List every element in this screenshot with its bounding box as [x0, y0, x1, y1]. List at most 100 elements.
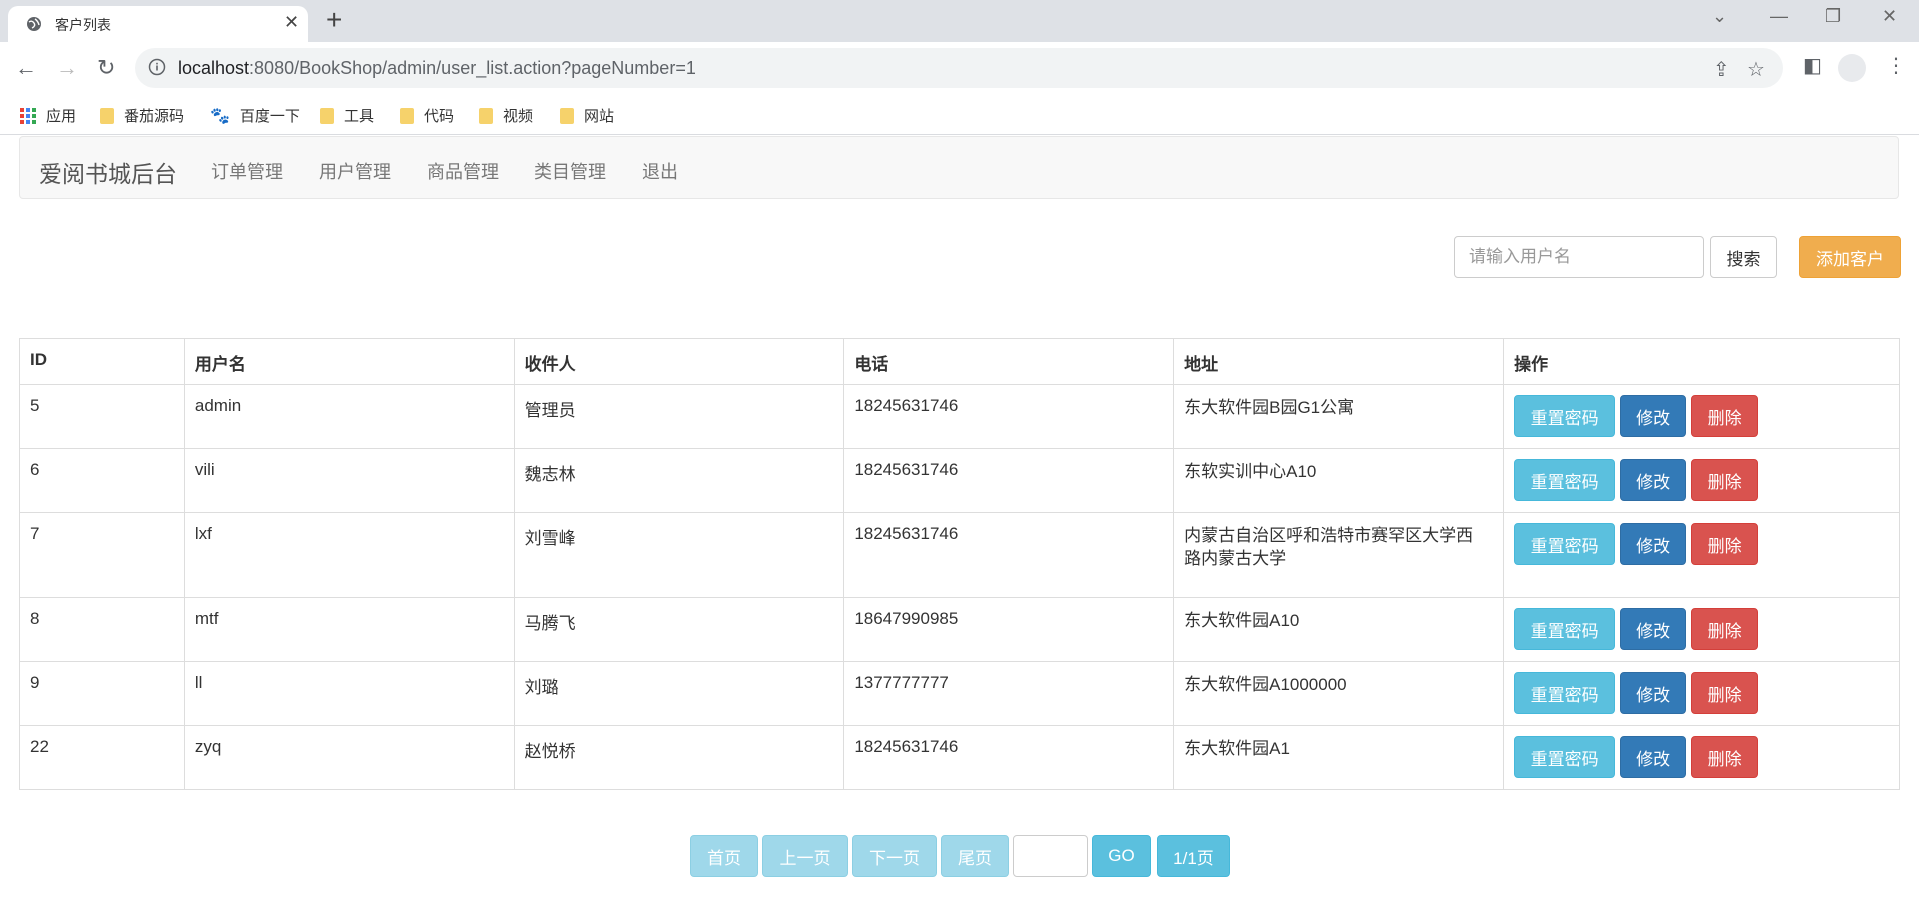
- reset-password-button[interactable]: 重置密码: [1514, 608, 1616, 650]
- page-info-button[interactable]: 1/1页: [1157, 835, 1230, 877]
- table-row: 6 vili 魏志林 18245631746 东软实训中心A10 重置密码 修改…: [19, 448, 1900, 513]
- prev-page-button[interactable]: 上一页: [762, 835, 848, 877]
- table-row: 22 zyq 赵悦桥 18245631746 东大软件园A1 重置密码 修改 删…: [19, 725, 1900, 790]
- next-page-button[interactable]: 下一页: [852, 835, 937, 877]
- minimize-icon[interactable]: —: [1770, 6, 1788, 27]
- nav-product-management[interactable]: 商品管理: [427, 158, 499, 184]
- edit-button[interactable]: 修改: [1620, 736, 1687, 778]
- cell-address: 内蒙古自治区呼和浩特市赛罕区大学西路内蒙古大学: [1173, 512, 1505, 598]
- tab-close-icon[interactable]: ✕: [284, 12, 299, 33]
- delete-button[interactable]: 删除: [1691, 459, 1759, 501]
- nav-user-management[interactable]: 用户管理: [319, 158, 391, 184]
- folder-icon: [320, 107, 334, 124]
- delete-button[interactable]: 删除: [1691, 736, 1759, 778]
- reset-password-button[interactable]: 重置密码: [1514, 736, 1616, 778]
- cell-phone: 18647990985: [843, 597, 1175, 662]
- go-button[interactable]: GO: [1092, 835, 1151, 877]
- cell-actions: 重置密码 修改 删除: [1503, 448, 1900, 513]
- brand-title[interactable]: 爱阅书城后台: [39, 155, 177, 189]
- share-icon[interactable]: ⇪: [1713, 57, 1730, 82]
- edit-button[interactable]: 修改: [1620, 459, 1687, 501]
- first-page-button[interactable]: 首页: [690, 835, 758, 877]
- add-customer-button[interactable]: 添加客户: [1799, 236, 1901, 278]
- bookmark-folder[interactable]: 视频: [479, 105, 533, 126]
- cell-username: vili: [183, 448, 515, 513]
- edit-button[interactable]: 修改: [1620, 523, 1687, 565]
- site-info-icon[interactable]: [148, 58, 166, 76]
- column-header-recipient: 收件人: [513, 338, 845, 385]
- cell-phone: 18245631746: [843, 384, 1175, 449]
- bookmark-folder[interactable]: 代码: [400, 105, 454, 126]
- cell-actions: 重置密码 修改 删除: [1503, 512, 1900, 598]
- table-row: 8 mtf 马腾飞 18647990985 东大软件园A10 重置密码 修改 删…: [19, 597, 1900, 662]
- folder-icon: [400, 107, 414, 124]
- cell-id: 5: [19, 384, 185, 449]
- bookmarks-bar: 应用 番茄源码 🐾 百度一下 工具 代码 视频 网站: [0, 96, 1919, 135]
- cell-address: 东大软件园B园G1公寓: [1173, 384, 1505, 449]
- page-number-input[interactable]: [1013, 835, 1088, 877]
- cell-phone: 18245631746: [843, 448, 1175, 513]
- browser-tab[interactable]: 客户列表 ✕: [8, 6, 308, 42]
- globe-icon: [27, 17, 41, 31]
- edit-button[interactable]: 修改: [1620, 672, 1687, 714]
- url-text: localhost:8080/BookShop/admin/user_list.…: [178, 58, 696, 78]
- reset-password-button[interactable]: 重置密码: [1514, 523, 1616, 565]
- cell-phone: 18245631746: [843, 512, 1175, 598]
- cell-username: zyq: [183, 725, 515, 790]
- column-header-username: 用户名: [183, 338, 515, 385]
- column-header-phone: 电话: [843, 338, 1175, 385]
- delete-button[interactable]: 删除: [1691, 672, 1759, 714]
- last-page-button[interactable]: 尾页: [941, 835, 1009, 877]
- address-bar[interactable]: localhost:8080/BookShop/admin/user_list.…: [135, 48, 1783, 88]
- delete-button[interactable]: 删除: [1691, 395, 1759, 437]
- folder-icon: [479, 107, 493, 124]
- bookmark-folder[interactable]: 网站: [560, 105, 614, 126]
- forward-arrow-icon[interactable]: →: [56, 55, 78, 81]
- reset-password-button[interactable]: 重置密码: [1514, 395, 1616, 437]
- cell-id: 6: [19, 448, 185, 513]
- delete-button[interactable]: 删除: [1691, 523, 1759, 565]
- restore-icon[interactable]: ❐: [1825, 6, 1841, 27]
- baidu-paw-icon: 🐾: [210, 107, 230, 125]
- cell-actions: 重置密码 修改 删除: [1503, 384, 1900, 449]
- folder-icon: [560, 107, 574, 124]
- bookmark-folder[interactable]: 番茄源码: [100, 105, 184, 126]
- admin-navbar: 爱阅书城后台 订单管理 用户管理 商品管理 类目管理 退出: [19, 136, 1899, 199]
- table-row: 9 ll 刘璐 1377777777 东大软件园A1000000 重置密码 修改…: [19, 661, 1900, 726]
- bookmark-folder[interactable]: 工具: [320, 105, 374, 126]
- side-panel-icon[interactable]: ◧: [1803, 53, 1822, 78]
- cell-recipient: 魏志林: [513, 448, 845, 513]
- cell-username: admin: [183, 384, 515, 449]
- new-tab-plus-icon[interactable]: +: [326, 4, 342, 36]
- cell-id: 22: [19, 725, 185, 790]
- bookmark-apps[interactable]: 应用: [20, 105, 76, 126]
- bookmark-star-icon[interactable]: ☆: [1747, 57, 1765, 82]
- apps-grid-icon: [20, 107, 36, 124]
- search-button[interactable]: 搜索: [1710, 236, 1777, 278]
- profile-avatar-icon[interactable]: [1838, 54, 1866, 82]
- bookmark-baidu[interactable]: 🐾 百度一下: [210, 105, 300, 126]
- edit-button[interactable]: 修改: [1620, 395, 1687, 437]
- delete-button[interactable]: 删除: [1691, 608, 1759, 650]
- menu-kebab-icon[interactable]: ⋮: [1886, 53, 1906, 78]
- cell-recipient: 管理员: [513, 384, 845, 449]
- column-header-address: 地址: [1173, 338, 1505, 385]
- tab-search-chevron-icon[interactable]: ⌄: [1712, 6, 1727, 27]
- window-close-icon[interactable]: ✕: [1882, 6, 1897, 27]
- cell-recipient: 马腾飞: [513, 597, 845, 662]
- reset-password-button[interactable]: 重置密码: [1514, 459, 1616, 501]
- reset-password-button[interactable]: 重置密码: [1514, 672, 1616, 714]
- table-row: 7 lxf 刘雪峰 18245631746 内蒙古自治区呼和浩特市赛罕区大学西路…: [19, 512, 1900, 598]
- username-search-input[interactable]: [1454, 236, 1704, 278]
- column-header-actions: 操作: [1503, 338, 1900, 385]
- nav-category-management[interactable]: 类目管理: [534, 158, 606, 184]
- cell-username: ll: [183, 661, 515, 726]
- nav-order-management[interactable]: 订单管理: [211, 158, 283, 184]
- cell-username: mtf: [183, 597, 515, 662]
- back-arrow-icon[interactable]: ←: [15, 55, 37, 81]
- reload-icon[interactable]: ↻: [97, 55, 115, 81]
- nav-logout[interactable]: 退出: [642, 158, 678, 184]
- cell-username: lxf: [183, 512, 515, 598]
- tab-title: 客户列表: [55, 17, 111, 33]
- edit-button[interactable]: 修改: [1620, 608, 1687, 650]
